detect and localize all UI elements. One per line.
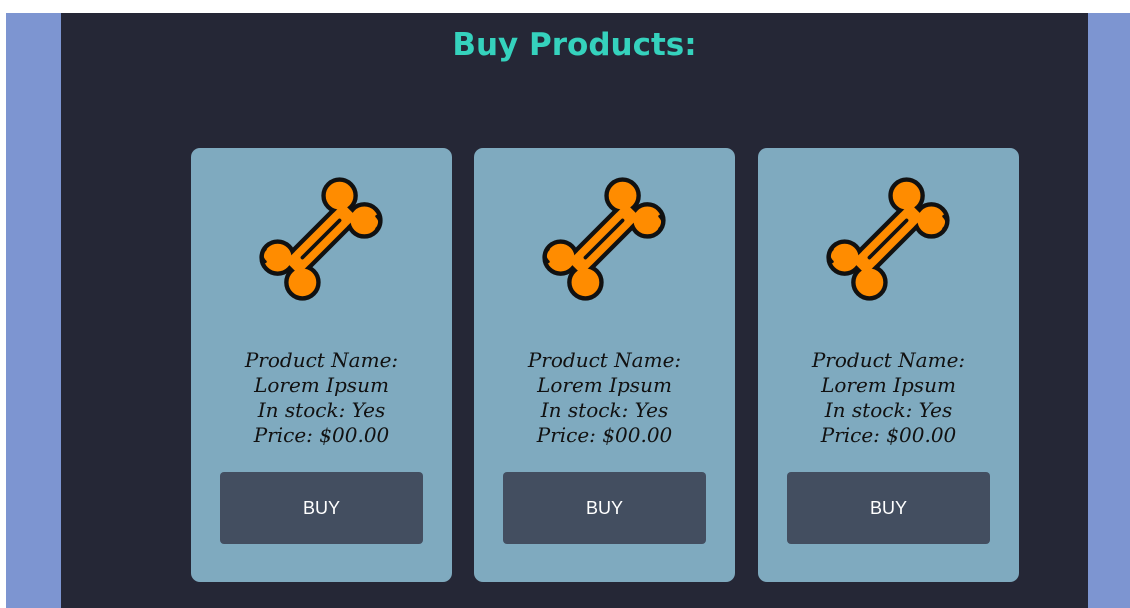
product-stock: In stock: Yes (257, 398, 386, 422)
buy-button[interactable]: BUY (503, 472, 706, 544)
product-info: Product Name: Lorem Ipsum In stock: Yes … (191, 348, 452, 448)
bone-icon (259, 177, 383, 301)
product-card: Product Name: Lorem Ipsum In stock: Yes … (191, 148, 452, 582)
product-info: Product Name: Lorem Ipsum In stock: Yes … (758, 348, 1019, 448)
main-content: Buy Products: Product Name: Lorem Ipsum … (61, 13, 1088, 608)
right-side-panel (1088, 13, 1130, 608)
page-title: Buy Products: (452, 27, 697, 63)
product-name: Lorem Ipsum (821, 373, 956, 397)
bone-icon (542, 177, 666, 301)
product-card: Product Name: Lorem Ipsum In stock: Yes … (474, 148, 735, 582)
product-stock: In stock: Yes (540, 398, 669, 422)
product-card: Product Name: Lorem Ipsum In stock: Yes … (758, 148, 1019, 582)
buy-button[interactable]: BUY (220, 472, 423, 544)
product-price: Price: $00.00 (536, 423, 673, 447)
product-price: Price: $00.00 (820, 423, 957, 447)
product-name-label: Product Name: (527, 348, 682, 372)
left-side-panel (6, 13, 61, 608)
product-stock: In stock: Yes (824, 398, 953, 422)
product-price: Price: $00.00 (253, 423, 390, 447)
product-name: Lorem Ipsum (254, 373, 389, 397)
buy-button[interactable]: BUY (787, 472, 990, 544)
product-name-label: Product Name: (244, 348, 399, 372)
product-name: Lorem Ipsum (537, 373, 672, 397)
product-info: Product Name: Lorem Ipsum In stock: Yes … (474, 348, 735, 448)
bone-icon (826, 177, 950, 301)
product-name-label: Product Name: (811, 348, 966, 372)
